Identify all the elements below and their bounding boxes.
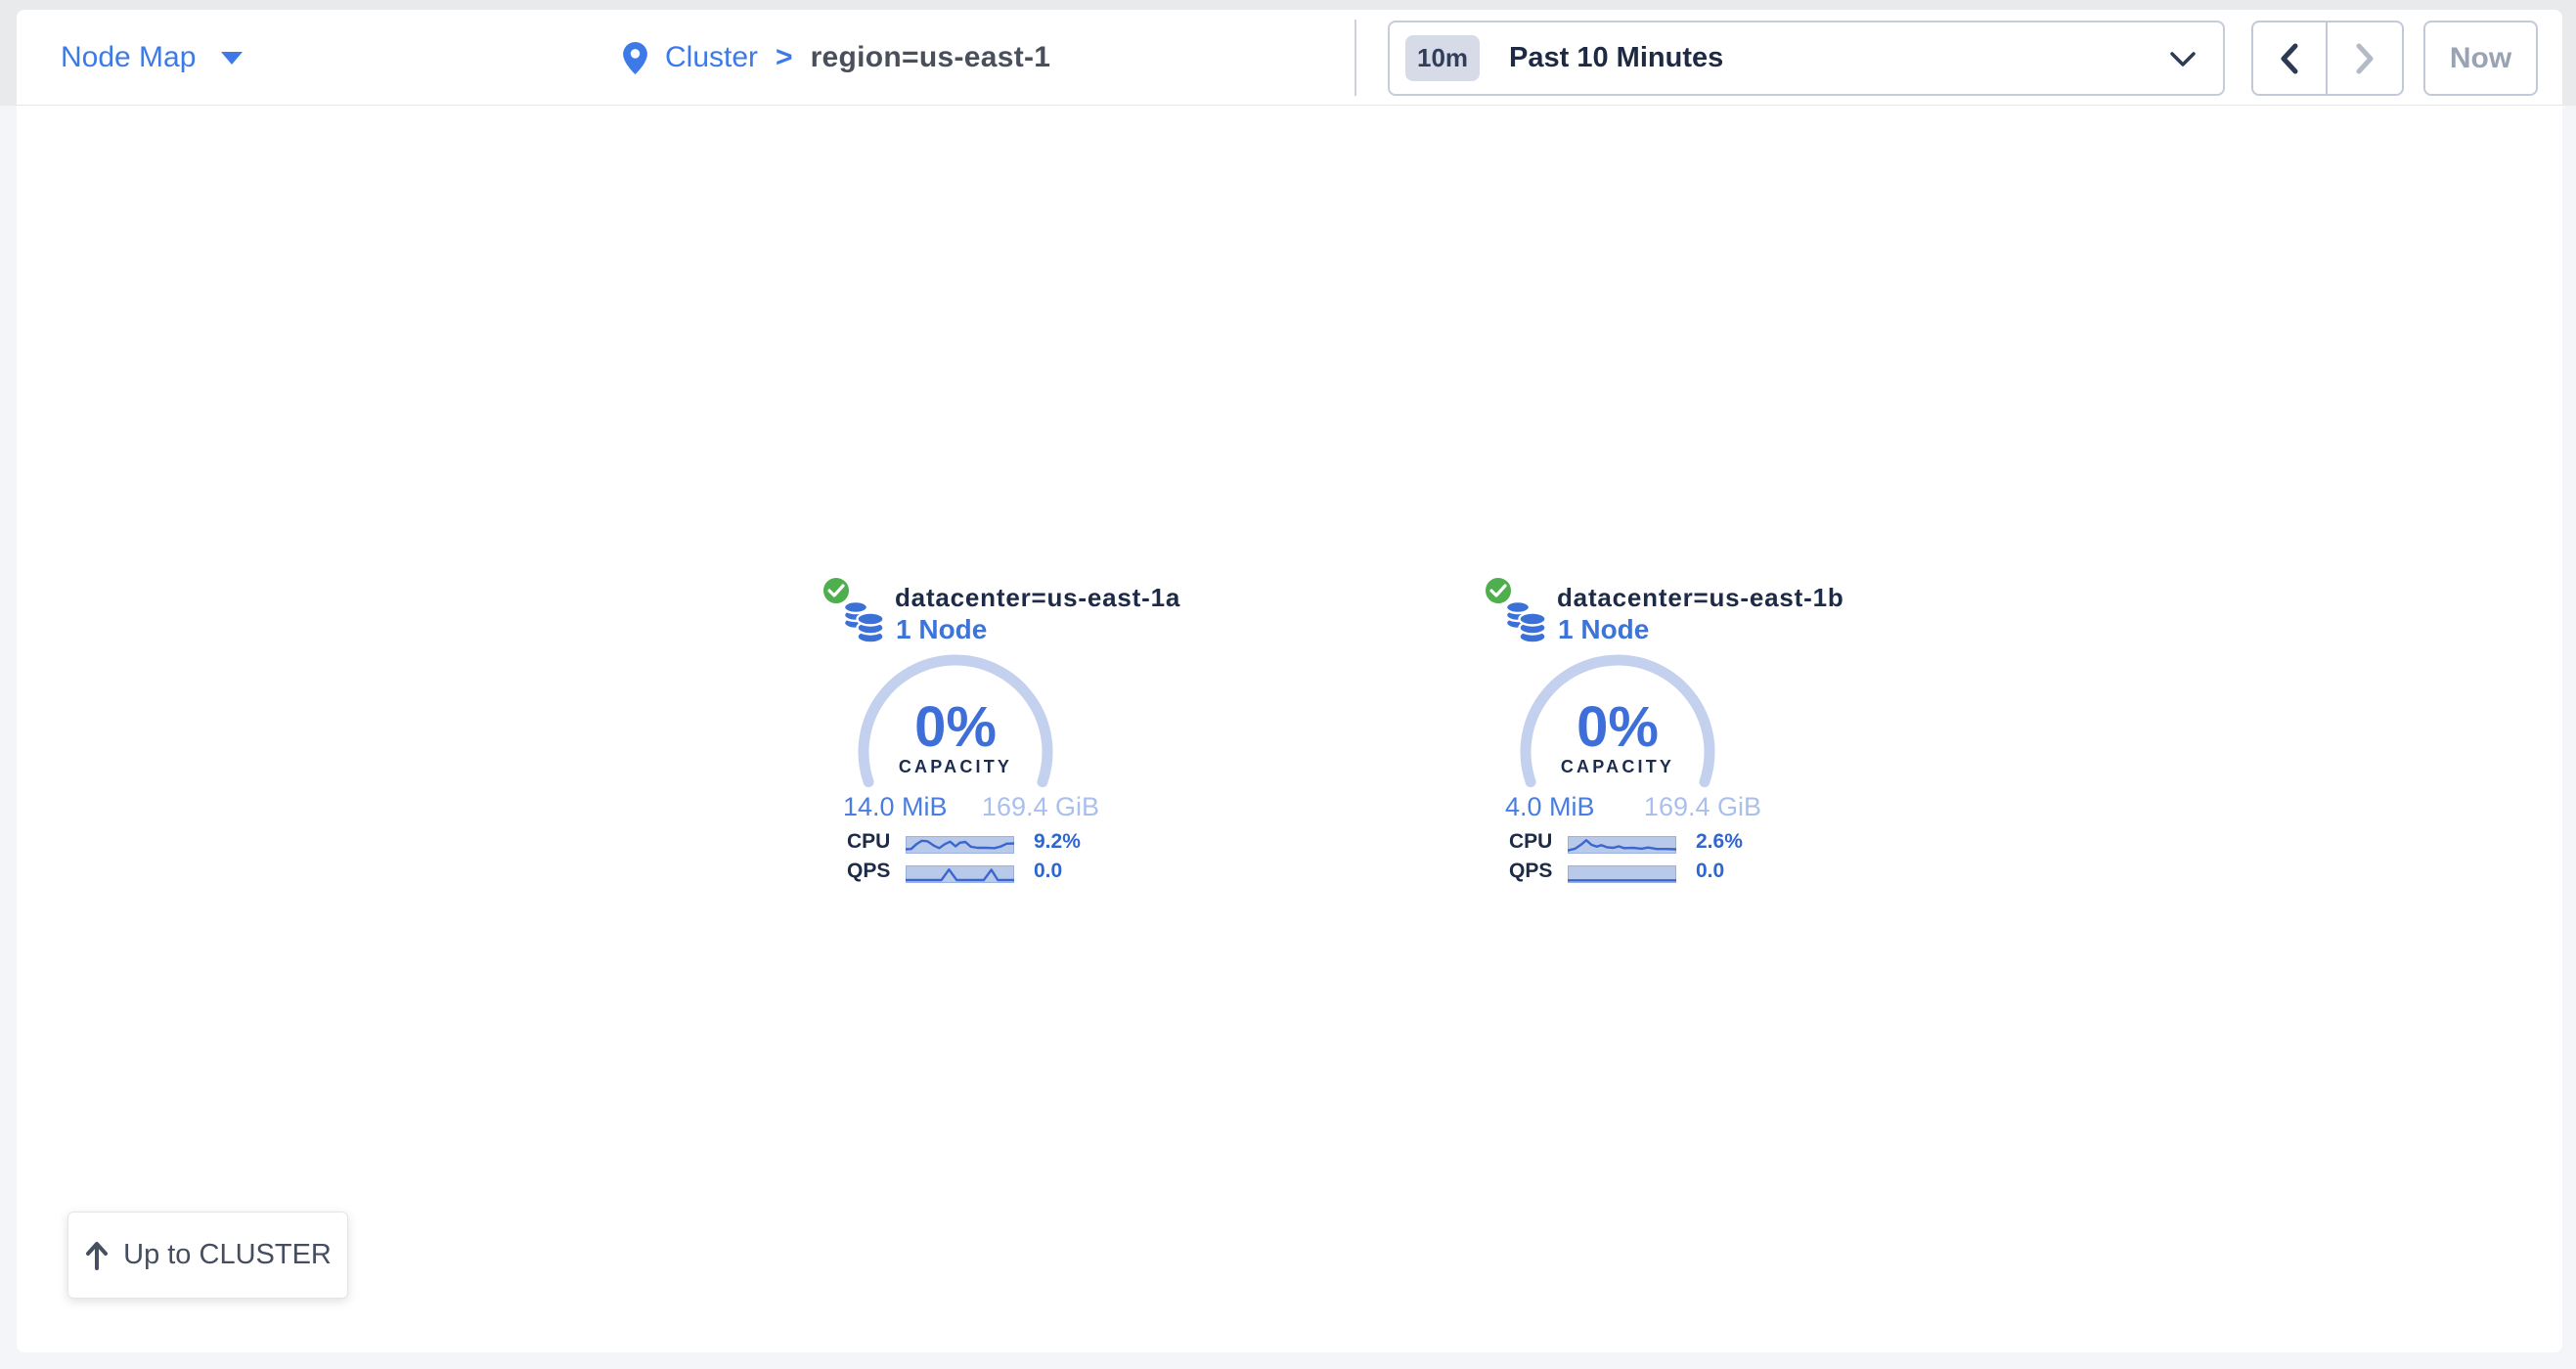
- header: Node Map Cluster > region=us-east-1 10m …: [17, 10, 2562, 106]
- chevron-down-icon: [2170, 52, 2196, 67]
- locality-title: datacenter=us-east-1b: [1557, 583, 1844, 613]
- breadcrumb-current: region=us-east-1: [811, 41, 1051, 74]
- metric-label: CPU: [1509, 830, 1552, 854]
- datacenter-icon: [842, 597, 887, 646]
- metric-sparkline: [906, 836, 1014, 854]
- metric-sparkline: [1568, 836, 1676, 854]
- metric-value: 9.2%: [1034, 830, 1081, 854]
- breadcrumb-cluster-link[interactable]: Cluster: [665, 41, 758, 74]
- locality-card[interactable]: datacenter=us-east-1b 1 Node 0% CAPACITY…: [1474, 575, 1767, 898]
- time-window-selector[interactable]: 10m Past 10 Minutes: [1388, 21, 2225, 96]
- time-nav-prev-button[interactable]: [2253, 22, 2328, 94]
- header-divider: [1355, 20, 1356, 96]
- metric-sparkline: [906, 865, 1014, 883]
- capacity-label: CAPACITY: [1520, 757, 1715, 777]
- time-window-label: Past 10 Minutes: [1509, 42, 1723, 74]
- locality-node-count: 1 Node: [896, 614, 987, 645]
- breadcrumb: Cluster > region=us-east-1: [623, 10, 1050, 106]
- metric-label: QPS: [847, 860, 890, 883]
- locality-node-count: 1 Node: [1558, 614, 1649, 645]
- capacity-percent: 0%: [1520, 694, 1715, 760]
- breadcrumb-separator: >: [776, 41, 793, 74]
- dropdown-caret-icon: [221, 52, 243, 65]
- metric-value: 0.0: [1696, 860, 1724, 883]
- time-window-badge: 10m: [1405, 35, 1480, 81]
- capacity-used: 4.0 MiB: [1505, 792, 1595, 822]
- view-selector-label: Node Map: [61, 41, 196, 74]
- location-pin-icon: [623, 42, 647, 74]
- metric-sparkline: [1568, 865, 1676, 883]
- metric-value: 0.0: [1034, 860, 1062, 883]
- locality-card[interactable]: datacenter=us-east-1a 1 Node 0% CAPACITY…: [812, 575, 1105, 898]
- up-arrow-icon: [84, 1241, 110, 1270]
- capacity-total: 169.4 GiB: [1644, 792, 1761, 822]
- chevron-right-icon: [2355, 43, 2375, 74]
- time-nav-next-button[interactable]: [2328, 22, 2402, 94]
- datacenter-icon: [1504, 597, 1549, 646]
- metric-value: 2.6%: [1696, 830, 1743, 854]
- capacity-total: 169.4 GiB: [982, 792, 1099, 822]
- view-selector-dropdown[interactable]: Node Map: [61, 10, 243, 106]
- metric-label: CPU: [847, 830, 890, 854]
- time-nav-group: [2251, 21, 2404, 96]
- locality-title: datacenter=us-east-1a: [895, 583, 1180, 613]
- metric-label: QPS: [1509, 860, 1552, 883]
- capacity-percent: 0%: [858, 694, 1053, 760]
- up-to-cluster-button[interactable]: Up to CLUSTER: [67, 1212, 348, 1299]
- capacity-label: CAPACITY: [858, 757, 1053, 777]
- capacity-used: 14.0 MiB: [843, 792, 948, 822]
- now-button[interactable]: Now: [2423, 21, 2538, 96]
- up-to-cluster-label: Up to CLUSTER: [123, 1239, 332, 1271]
- chevron-left-icon: [2280, 43, 2299, 74]
- node-map-canvas: datacenter=us-east-1a 1 Node 0% CAPACITY…: [17, 106, 2562, 1352]
